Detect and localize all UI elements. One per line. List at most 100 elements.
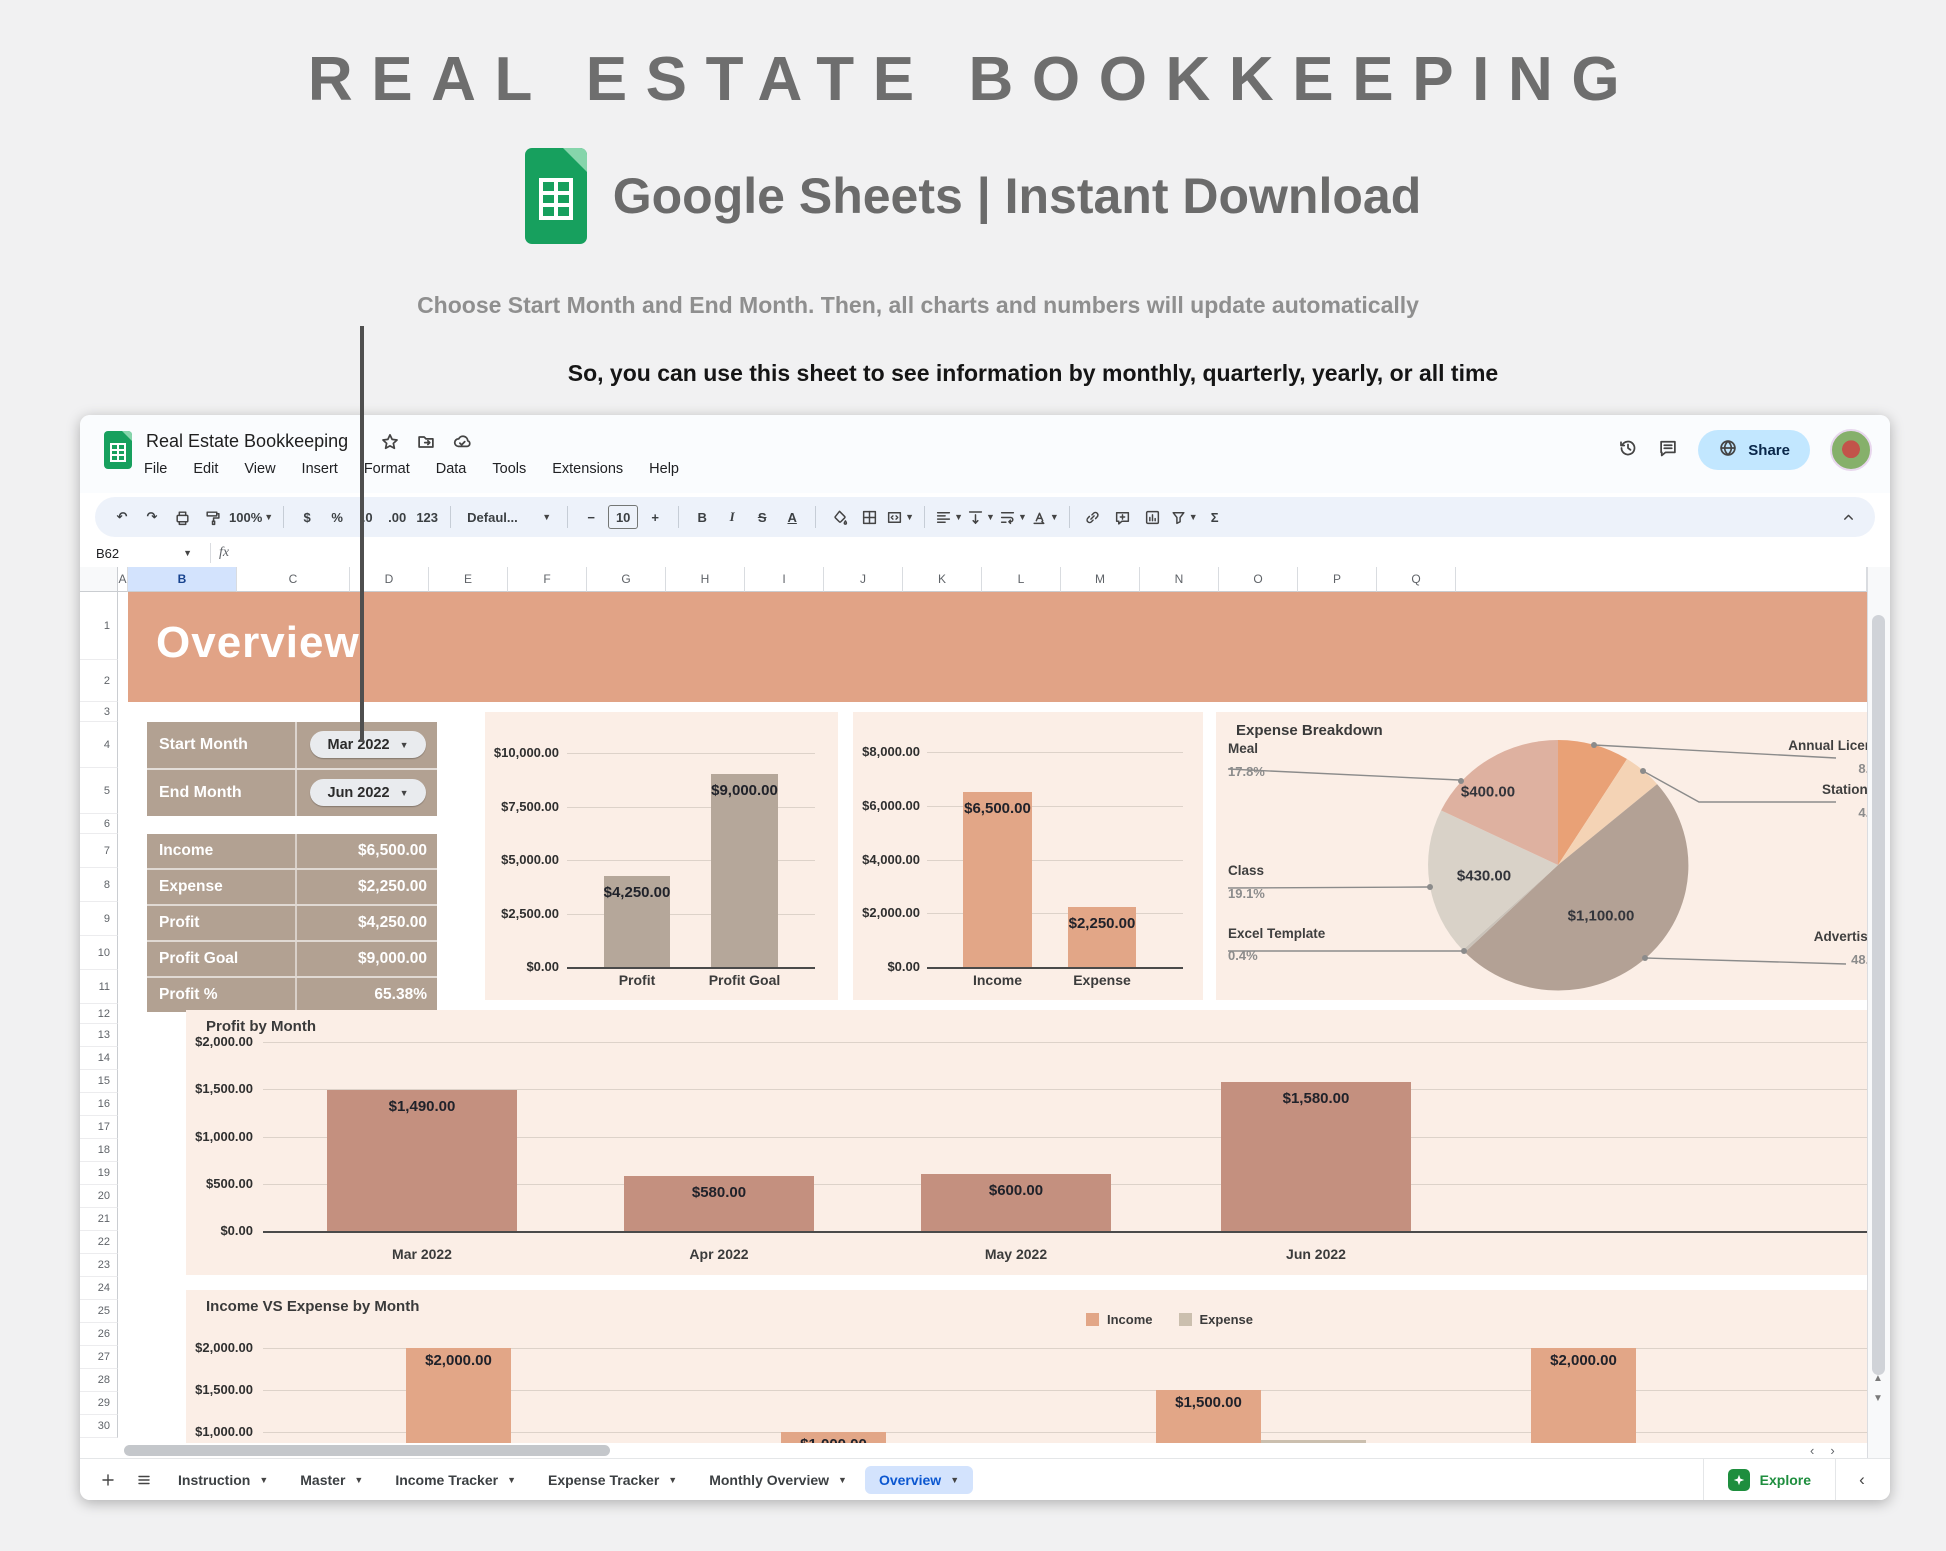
zoom-select[interactable]: 100%▼ (229, 503, 273, 531)
text-color-button[interactable]: A (779, 503, 805, 531)
scroll-left-icon[interactable]: ‹ (1810, 1443, 1814, 1458)
row-header-28[interactable]: 28 (80, 1369, 118, 1392)
add-sheet-button[interactable] (90, 1465, 126, 1495)
minus-button[interactable]: − (578, 503, 604, 531)
select-all-corner[interactable] (80, 567, 118, 592)
profit-vs-goal-chart[interactable]: $0.00$2,500.00$5,000.00$7,500.00$10,000.… (485, 712, 838, 1000)
column-header-O[interactable]: O (1219, 567, 1298, 592)
text-rotation-button[interactable]: ▼ (1031, 503, 1059, 531)
column-header-L[interactable]: L (982, 567, 1061, 592)
vertical-scrollbar[interactable]: ▲ ▼ (1867, 567, 1890, 1458)
expense-breakdown-pie-chart[interactable]: Expense BreakdownAnnual License8.9%Stati… (1216, 712, 1867, 1000)
more-formats-button[interactable]: 123 (414, 503, 440, 531)
row-header-20[interactable]: 20 (80, 1185, 118, 1208)
tab-expense-tracker[interactable]: Expense Tracker▼ (534, 1466, 691, 1494)
row-header-1[interactable]: 1 (80, 592, 118, 660)
row-header-5[interactable]: 5 (80, 768, 118, 814)
row-header-14[interactable]: 14 (80, 1047, 118, 1070)
column-header-E[interactable]: E (429, 567, 508, 592)
row-header-6[interactable]: 6 (80, 814, 118, 834)
row-header-10[interactable]: 10 (80, 936, 118, 970)
column-header-G[interactable]: G (587, 567, 666, 592)
currency-button[interactable]: $ (294, 503, 320, 531)
column-header-J[interactable]: J (824, 567, 903, 592)
row-header-29[interactable]: 29 (80, 1392, 118, 1415)
collapse-button[interactable] (1835, 503, 1861, 531)
row-header-15[interactable]: 15 (80, 1070, 118, 1093)
start-month-dropdown[interactable]: Mar 2022▼ (310, 731, 426, 758)
row-header-21[interactable]: 21 (80, 1208, 118, 1231)
document-title[interactable]: Real Estate Bookkeeping (146, 431, 348, 452)
row-header-4[interactable]: 4 (80, 722, 118, 768)
scroll-down-icon[interactable]: ▼ (1873, 1393, 1883, 1404)
row-header-3[interactable]: 3 (80, 702, 118, 722)
row-header-24[interactable]: 24 (80, 1277, 118, 1300)
redo-button[interactable]: ↷ (139, 503, 165, 531)
row-header-12[interactable]: 12 (80, 1004, 118, 1024)
column-header-F[interactable]: F (508, 567, 587, 592)
menu-format[interactable]: Format (364, 461, 410, 477)
row-header-18[interactable]: 18 (80, 1139, 118, 1162)
column-header-B[interactable]: B (128, 567, 237, 592)
borders-button[interactable] (856, 503, 882, 531)
undo-button[interactable]: ↶ (109, 503, 135, 531)
explore-button[interactable]: Explore (1712, 1469, 1827, 1491)
row-header-27[interactable]: 27 (80, 1346, 118, 1369)
percent-button[interactable]: % (324, 503, 350, 531)
bold-button[interactable]: B (689, 503, 715, 531)
comments-icon[interactable] (1658, 438, 1678, 463)
text-wrap-button[interactable]: ▼ (999, 503, 1027, 531)
menu-help[interactable]: Help (649, 461, 679, 477)
row-header-22[interactable]: 22 (80, 1231, 118, 1254)
plus-button[interactable]: + (642, 503, 668, 531)
insert-link-button[interactable] (1080, 503, 1106, 531)
row-header-30[interactable]: 30 (80, 1415, 118, 1438)
filter-button[interactable]: ▼ (1170, 503, 1198, 531)
menu-extensions[interactable]: Extensions (552, 461, 623, 477)
column-header-I[interactable]: I (745, 567, 824, 592)
italic-button[interactable]: I (719, 503, 745, 531)
strikethrough-button[interactable]: S (749, 503, 775, 531)
tab-master[interactable]: Master▼ (286, 1466, 377, 1494)
version-history-icon[interactable] (1618, 438, 1638, 463)
fill-color-button[interactable] (826, 503, 852, 531)
vertical-scrollbar-thumb[interactable] (1872, 615, 1885, 1375)
tab-income-tracker[interactable]: Income Tracker▼ (381, 1466, 530, 1494)
menu-tools[interactable]: Tools (492, 461, 526, 477)
all-sheets-button[interactable] (126, 1465, 162, 1495)
row-header-16[interactable]: 16 (80, 1093, 118, 1116)
increase-decimals-button[interactable]: .00 (384, 503, 410, 531)
tab-overview[interactable]: Overview▼ (865, 1466, 973, 1494)
font-size-input[interactable]: 10 (608, 505, 638, 529)
print-button[interactable] (169, 503, 195, 531)
menu-insert[interactable]: Insert (302, 461, 338, 477)
column-header-H[interactable]: H (666, 567, 745, 592)
collapse-tabbar-icon[interactable]: ‹ (1844, 1465, 1880, 1495)
sheet-canvas[interactable]: Overview Start Month Mar 2022▼ End Month… (118, 592, 1867, 1458)
row-header-8[interactable]: 8 (80, 868, 118, 902)
row-header-26[interactable]: 26 (80, 1323, 118, 1346)
column-header-A[interactable]: A (118, 567, 128, 592)
scroll-up-icon[interactable]: ▲ (1873, 1373, 1883, 1384)
row-header-2[interactable]: 2 (80, 660, 118, 702)
row-header-11[interactable]: 11 (80, 970, 118, 1004)
column-header-P[interactable]: P (1298, 567, 1377, 592)
tab-monthly-overview[interactable]: Monthly Overview▼ (695, 1466, 861, 1494)
row-header-17[interactable]: 17 (80, 1116, 118, 1139)
column-header-M[interactable]: M (1061, 567, 1140, 592)
row-header-25[interactable]: 25 (80, 1300, 118, 1323)
paint-format-button[interactable] (199, 503, 225, 531)
name-box[interactable]: B62▼ (80, 546, 202, 561)
income-vs-expense-by-month-chart[interactable]: Income VS Expense by MonthIncomeExpense$… (186, 1290, 1867, 1443)
scroll-right-icon[interactable]: › (1830, 1443, 1834, 1458)
horizontal-scrollbar-thumb[interactable] (124, 1445, 610, 1456)
menu-file[interactable]: File (144, 461, 167, 477)
horizontal-align-button[interactable]: ▼ (935, 503, 963, 531)
avatar[interactable] (1830, 429, 1872, 471)
share-button[interactable]: Share (1698, 430, 1810, 470)
insert-chart-button[interactable] (1140, 503, 1166, 531)
sheets-logo-icon[interactable] (104, 431, 132, 469)
functions-button[interactable]: Σ (1202, 503, 1228, 531)
insert-comment-button[interactable] (1110, 503, 1136, 531)
tab-instruction[interactable]: Instruction▼ (164, 1466, 282, 1494)
